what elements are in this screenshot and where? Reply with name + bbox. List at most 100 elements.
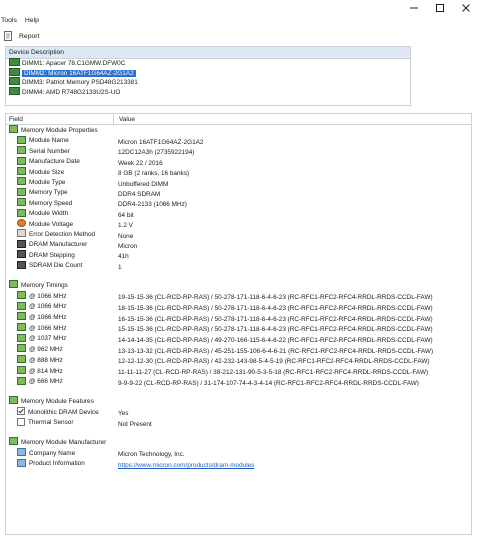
minimize-icon[interactable]	[408, 3, 420, 13]
property-row[interactable]: DRAM Manufacturer	[17, 239, 88, 250]
chip-icon	[17, 250, 26, 259]
memory-module-icon	[9, 437, 18, 446]
property-row[interactable]: SDRAM Die Count	[17, 260, 83, 271]
timing-row[interactable]: @ 814 MHz	[17, 365, 63, 377]
timing-value: 16-15-15-36 (CL-RCD-RP-RAS) / 50-278-171…	[118, 315, 433, 323]
timing-frequency: @ 1066 MHz	[29, 324, 67, 332]
memory-module-icon	[17, 156, 26, 165]
memory-module-icon	[17, 177, 26, 186]
section-memory-module-properties: Memory Module Properties	[9, 125, 98, 136]
property-row[interactable]: Memory Speed	[17, 198, 72, 209]
memory-module-icon	[9, 77, 20, 86]
timing-frequency: @ 888 MHz	[29, 356, 63, 364]
product-info-icon	[17, 458, 26, 467]
memory-module-icon	[17, 355, 26, 364]
company-icon	[17, 447, 26, 456]
property-row[interactable]: Manufacture Date	[17, 156, 80, 167]
timing-row[interactable]: @ 888 MHz	[17, 355, 63, 366]
property-row[interactable]: Memory Type	[17, 187, 68, 198]
timing-value: 18-15-15-36 (CL-RCD-RP-RAS) / 50-278-171…	[118, 304, 433, 312]
memory-module-icon	[17, 208, 26, 217]
memory-module-icon	[9, 67, 20, 76]
error-detection-icon	[17, 229, 26, 238]
property-row[interactable]: Serial Number	[17, 146, 70, 157]
properties-grid: Field Value Memory Module Properties Mod…	[5, 113, 472, 535]
property-value: DDR4 SDRAM	[118, 191, 161, 198]
property-value: Week 22 / 2016	[118, 159, 163, 167]
menu-bar: Tools Help	[0, 17, 39, 27]
property-value: 8 GB (2 ranks, 16 banks)	[118, 170, 190, 178]
device-item-dimm2[interactable]: DIMM2: Micron 16ATF1G64AZ-2G1A2	[6, 67, 410, 79]
chip-icon	[17, 239, 26, 248]
memory-module-icon	[17, 333, 26, 342]
memory-module-icon	[17, 135, 26, 144]
feature-value: Yes	[118, 410, 129, 418]
memory-module-icon	[9, 58, 20, 67]
timing-row[interactable]: @ 1066 MHz	[17, 312, 67, 323]
timing-row[interactable]: @ 666 MHz	[17, 376, 63, 387]
column-header-value[interactable]: Value	[119, 116, 135, 123]
device-item-dimm4[interactable]: DIMM4: AMD R748G2133U2S-UO	[6, 86, 410, 98]
device-panel-header: Device Description	[6, 47, 410, 59]
report-button[interactable]: Report	[3, 31, 39, 41]
property-value: Micron 16ATF1G64AZ-2G1A2	[118, 139, 204, 146]
property-field: DRAM Manufacturer	[29, 241, 88, 249]
column-header-field[interactable]: Field	[9, 116, 23, 123]
feature-row[interactable]: Thermal Sensor	[17, 417, 74, 428]
manufacturer-row[interactable]: Product Information	[17, 458, 85, 469]
device-panel: Device Description DIMM1: Apacer 78.C1GM…	[5, 46, 411, 106]
timing-row[interactable]: @ 1066 MHz	[17, 290, 66, 302]
device-item-dimm3[interactable]: DIMM3: Patriot Memory PSD48G213381	[6, 77, 410, 88]
property-field: DRAM Stepping	[29, 251, 75, 259]
feature-field: Thermal Sensor	[28, 419, 74, 427]
memory-module-icon	[9, 125, 18, 134]
manufacturer-value: Micron Technology, Inc.	[118, 451, 185, 459]
product-info-link[interactable]: https://www.micron.com/products/dram-mod…	[118, 462, 254, 469]
memory-module-icon	[17, 290, 26, 299]
maximize-icon[interactable]	[434, 3, 446, 13]
timing-row[interactable]: @ 1066 MHz	[17, 301, 66, 312]
timing-frequency: @ 1066 MHz	[29, 314, 67, 321]
timing-value: 13-13-13-32 (CL-RCD-RP-RAS) / 45-251-155…	[118, 347, 434, 355]
timing-row[interactable]: @ 1066 MHz	[17, 323, 67, 334]
menu-help[interactable]: Help	[25, 17, 39, 27]
timing-row[interactable]: @ 1037 MHz	[17, 333, 66, 344]
manufacturer-field: Company Name	[29, 449, 76, 457]
feature-value: Not Present	[118, 420, 152, 428]
timing-value: 11-11-11-27 (CL-RCD-RP-RAS) / 38-212-131…	[118, 369, 429, 377]
property-field: SDRAM Die Count	[29, 262, 83, 270]
property-value: None	[118, 232, 134, 240]
property-value: 1.2 V	[118, 222, 133, 230]
device-item-label: DIMM1: Apacer 78.C1GMW.DFW0C	[22, 60, 126, 67]
property-value: 1	[118, 263, 122, 271]
voltage-icon	[17, 218, 26, 227]
property-row[interactable]: Module Type	[17, 177, 65, 188]
property-row[interactable]: Error Detection Method	[17, 229, 96, 240]
memory-module-icon	[9, 86, 20, 95]
menu-tools[interactable]: Tools	[1, 17, 17, 27]
checkbox-unchecked-icon	[17, 417, 25, 426]
memory-module-icon	[17, 146, 26, 155]
manufacturer-row[interactable]: Company Name	[17, 447, 76, 459]
property-field: Module Voltage	[29, 220, 74, 228]
column-divider[interactable]	[113, 114, 114, 124]
property-field: Manufacture Date	[29, 158, 80, 166]
feature-field: Monolithic DRAM Device	[28, 408, 99, 416]
property-row[interactable]: Module Name	[17, 135, 69, 146]
property-field: Module Name	[29, 137, 69, 145]
device-item-dimm1[interactable]: DIMM1: Apacer 78.C1GMW.DFW0C	[6, 58, 410, 69]
timing-value: 15-15-15-36 (CL-RCD-RP-RAS) / 50-278-171…	[118, 326, 433, 334]
property-row[interactable]: Module Voltage	[17, 218, 74, 230]
timing-value: 19-15-15-36 (CL-RCD-RP-RAS) / 50-278-171…	[118, 294, 433, 302]
property-row[interactable]: DRAM Stepping	[17, 250, 75, 261]
timing-row[interactable]: @ 962 MHz	[17, 344, 63, 355]
property-field: Module Width	[29, 210, 69, 218]
property-row[interactable]: Module Width	[17, 208, 69, 219]
section-label: Memory Module Properties	[21, 127, 98, 134]
memory-module-icon	[17, 344, 26, 353]
property-field: Error Detection Method	[29, 231, 96, 238]
memory-module-icon	[17, 365, 26, 374]
feature-row[interactable]: Monolithic DRAM Device	[17, 407, 99, 418]
property-row[interactable]: Module Size	[17, 166, 64, 178]
close-icon[interactable]	[460, 3, 472, 13]
